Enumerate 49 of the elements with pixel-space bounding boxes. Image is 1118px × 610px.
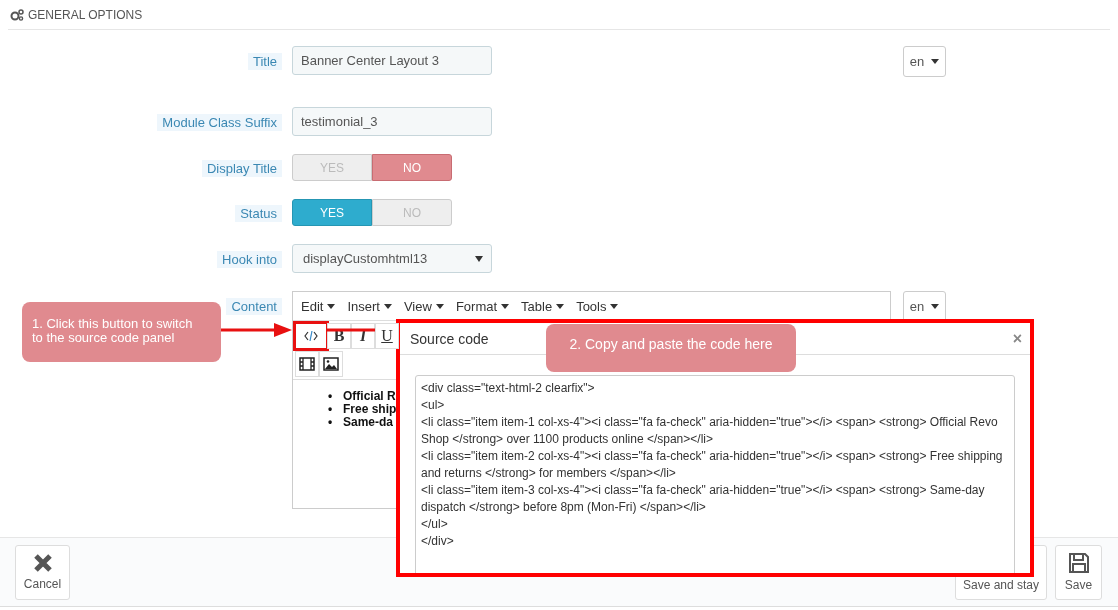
field-label: Status [235, 205, 282, 222]
field-label: Content [226, 298, 282, 315]
code-textarea[interactable]: <div class="text-html-2 clearfix"> <ul> <li class="item item-1 col-xs-4"><i class="fa fa-check" aria-hidden="true"></i> <span> <strong> Official Revo Shop </strong> over 1100 products online </span></li> <li class="item item-2 col-xs-4"><i class="fa fa-check" aria-hidden="true"></i> <span> <strong> Free shipping and returns </strong> for members </span></li> <li class="item item-3 col-xs-4"><i class="fa fa-check" aria-hidden="true"></i> <span> <strong> Same-day dispatch </strong> before 8pm (Mon-Fri) </span></li> </ul> </div> [415, 375, 1015, 573]
editor-menu[interactable]: Format [449, 298, 516, 314]
field-label: Title [247, 53, 282, 70]
underline-button[interactable]: U [375, 323, 399, 349]
select-field[interactable]: displayCustomhtml13 [292, 244, 492, 273]
editor-menu[interactable]: View [397, 298, 450, 314]
bullet-mark: • [328, 416, 334, 429]
close-button[interactable]: × [1012, 329, 1022, 348]
editor-menu[interactable]: Insert [341, 298, 398, 314]
caret-icon [931, 59, 940, 64]
image-icon [323, 357, 339, 371]
gears-icon [10, 8, 24, 21]
caret-icon [610, 303, 619, 309]
save-button[interactable]: Save [1055, 544, 1102, 600]
field-label: Hook into [217, 251, 282, 268]
caret-icon [475, 255, 483, 262]
code-button[interactable] [295, 323, 327, 349]
caret-icon [327, 303, 336, 309]
language-dropdown[interactable]: en [903, 46, 946, 77]
text-field[interactable]: testimonial_3 [292, 107, 492, 136]
caret-icon [435, 303, 444, 309]
editor-menu[interactable]: Edit [295, 298, 342, 314]
caret-icon [931, 304, 940, 309]
editor-menu[interactable]: Tools [570, 298, 625, 314]
callout-note: 2. Copy and paste the code here [546, 324, 796, 372]
bullet-text: Official R [343, 390, 396, 403]
cross-icon [32, 553, 53, 573]
callout-note: 1. Click this button to switch to the source code panel [22, 302, 221, 362]
editor-menu[interactable]: Table [515, 298, 571, 314]
film-icon [299, 357, 315, 371]
caret-icon [501, 303, 510, 309]
section-title: GENERAL OPTIONS [28, 7, 143, 22]
video-button[interactable] [295, 351, 319, 377]
bullet-text: Same-da [343, 416, 394, 429]
bullet-mark: • [328, 390, 334, 403]
caret-icon [383, 303, 392, 309]
dialog-title: Source code [410, 330, 489, 347]
text-field[interactable]: Banner Center Layout 3 [292, 46, 492, 75]
field-label: Display Title [201, 160, 282, 177]
caret-icon [556, 303, 565, 309]
arrow [221, 323, 292, 337]
bullet-mark: • [328, 403, 334, 416]
image-button[interactable] [319, 351, 343, 377]
code-icon [304, 331, 318, 341]
field-label: Module Class Suffix [157, 114, 282, 131]
bullet-text: Free ship [343, 403, 397, 416]
cancel-button[interactable]: Cancel [15, 544, 70, 600]
